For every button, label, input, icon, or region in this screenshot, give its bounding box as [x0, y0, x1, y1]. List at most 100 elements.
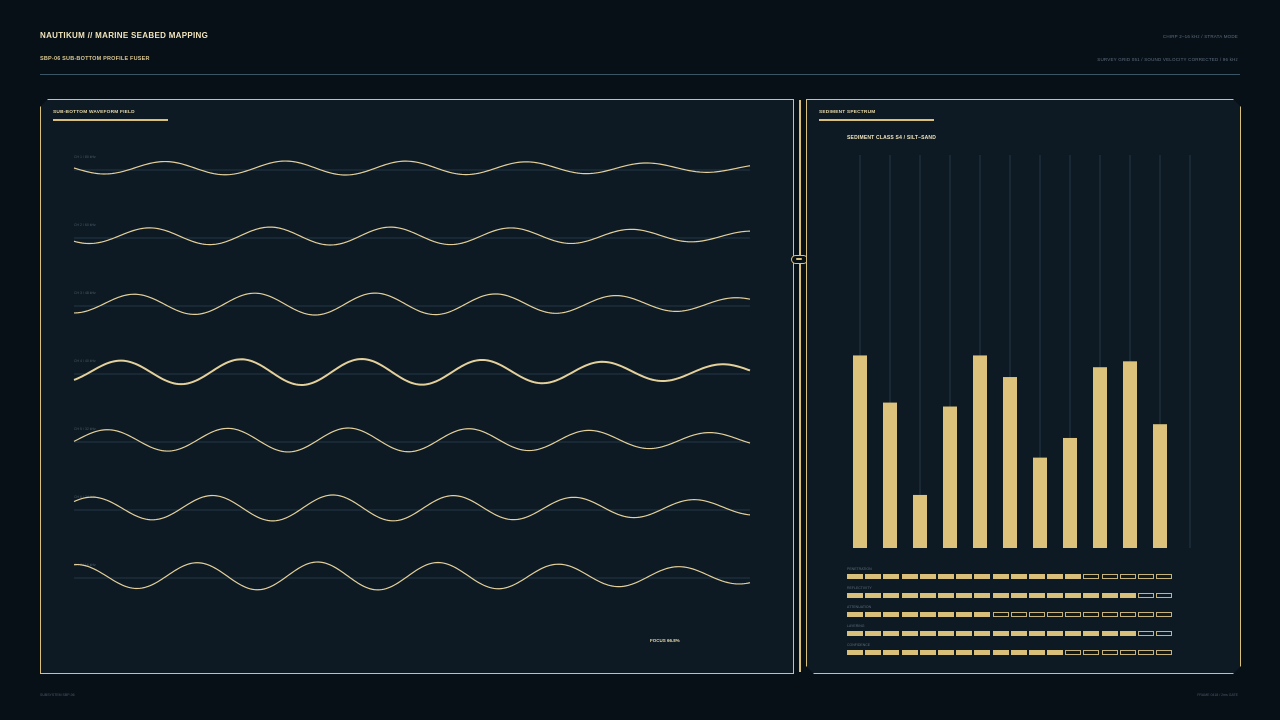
meter-cell-filled: [993, 574, 1009, 579]
meter-cell-filled: [865, 612, 881, 617]
meter-cell-filled: [938, 650, 954, 655]
meter-cell-filled: [1083, 631, 1099, 636]
waveform-trace: [73, 292, 751, 316]
meter-cell-empty: [1156, 631, 1172, 636]
meter-cell-empty: [1156, 612, 1172, 617]
channel-label: CH 2 / 60 kHz: [74, 223, 96, 227]
chart-bar: [943, 407, 957, 548]
meter-cell-empty: [1120, 574, 1136, 579]
mode-readout: CHIRP 2–16 kHz / STRATA MODE: [1162, 34, 1238, 39]
waveform-trace: [73, 561, 751, 591]
meter-cell-empty: [1138, 574, 1154, 579]
meter-cell-filled: [938, 574, 954, 579]
chart-bar: [883, 403, 897, 548]
meter-cell-filled: [883, 593, 899, 598]
meter-cell-filled: [865, 631, 881, 636]
segment-meter: REFLECTIVITY: [847, 593, 1174, 598]
meter-cell-filled: [902, 612, 918, 617]
channel-label: CH 1 / 80 kHz: [74, 155, 96, 159]
meter-cell-empty: [1156, 650, 1172, 655]
app-title: NAUTIKUM // MARINE SEABED MAPPING: [40, 31, 209, 40]
segment-meter: LAYERING: [847, 631, 1174, 636]
meter-cell-filled: [865, 574, 881, 579]
waveform-trace: [73, 160, 751, 176]
meter-cell-filled: [883, 574, 899, 579]
meter-cell-filled: [974, 650, 990, 655]
meter-cell-filled: [883, 650, 899, 655]
meter-cell-filled: [956, 650, 972, 655]
meter-cell-empty: [1138, 593, 1154, 598]
segment-meter: PENETRATION: [847, 574, 1174, 579]
sediment-bar-chart: [807, 100, 1242, 675]
meter-cell-empty: [1156, 593, 1172, 598]
meter-cell-filled: [920, 650, 936, 655]
meter-cell-empty: [1102, 612, 1118, 617]
spectrum-panel: SEDIMENT SPECTRUM SEDIMENT CLASS S4 / SI…: [806, 99, 1241, 674]
chart-bar: [853, 355, 867, 548]
waveform-trace: [73, 494, 751, 522]
meter-cell-empty: [1120, 612, 1136, 617]
meter-cell-filled: [1065, 574, 1081, 579]
chart-bar: [1093, 367, 1107, 548]
meter-cell-empty: [1083, 650, 1099, 655]
meter-label: PENETRATION: [847, 567, 872, 571]
meter-cell-filled: [956, 631, 972, 636]
meter-cell-empty: [1083, 612, 1099, 617]
meter-cell-filled: [1029, 650, 1045, 655]
chart-bar: [1123, 361, 1137, 548]
meter-cell-filled: [938, 612, 954, 617]
meter-cell-filled: [902, 631, 918, 636]
survey-readout: SURVEY GRID 051 / SOUND VELOCITY CORRECT…: [1097, 57, 1238, 62]
panel-splitter[interactable]: [799, 100, 801, 672]
meter-cell-filled: [902, 593, 918, 598]
meter-cell-empty: [1138, 650, 1154, 655]
meter-cell-filled: [938, 593, 954, 598]
segment-meter: CONFIDENCE: [847, 650, 1174, 655]
meter-cell-filled: [883, 612, 899, 617]
meter-cell-filled: [974, 574, 990, 579]
meter-cell-filled: [974, 593, 990, 598]
chart-bar: [1063, 438, 1077, 548]
app-subtitle: SBP-06 SUB-BOTTOM PROFILE FUSER: [40, 56, 150, 62]
meter-cell-filled: [1011, 574, 1027, 579]
meter-cell-filled: [902, 650, 918, 655]
meter-cell-filled: [1065, 593, 1081, 598]
meter-cell-empty: [1156, 574, 1172, 579]
meter-cell-filled: [1029, 574, 1045, 579]
meter-cell-filled: [865, 650, 881, 655]
meter-cell-empty: [1138, 631, 1154, 636]
channel-label: CH 4 / 40 kHz: [74, 359, 96, 363]
footer-right: FRAME 0418 / 2ms GATE: [1197, 693, 1238, 697]
waveform-trace: [73, 358, 751, 386]
meter-cell-filled: [1120, 631, 1136, 636]
meter-cell-filled: [974, 612, 990, 617]
meter-label: LAYERING: [847, 624, 865, 628]
meter-cell-filled: [1047, 593, 1063, 598]
meter-cell-filled: [1029, 631, 1045, 636]
meter-cell-empty: [1029, 612, 1045, 617]
channel-label: CH 3 / 48 kHz: [74, 291, 96, 295]
meter-cell-filled: [1102, 593, 1118, 598]
meter-cell-empty: [1083, 574, 1099, 579]
meter-cell-empty: [1065, 612, 1081, 617]
meter-cell-filled: [883, 631, 899, 636]
meter-cell-filled: [847, 631, 863, 636]
meter-cell-filled: [1047, 574, 1063, 579]
meter-cell-filled: [1029, 593, 1045, 598]
splitter-handle[interactable]: [791, 255, 808, 264]
meter-cell-empty: [1120, 650, 1136, 655]
meter-cell-empty: [1102, 650, 1118, 655]
meter-cell-filled: [974, 631, 990, 636]
meter-cell-empty: [993, 612, 1009, 617]
meter-cell-filled: [847, 650, 863, 655]
meter-cell-filled: [1047, 650, 1063, 655]
meter-cell-filled: [1083, 593, 1099, 598]
footer-left: SUBSYSTEM SBP-06: [40, 693, 75, 697]
segment-meter: ATTENUATION: [847, 612, 1174, 617]
meter-cell-filled: [993, 650, 1009, 655]
meter-cell-filled: [847, 612, 863, 617]
meter-cell-empty: [1065, 650, 1081, 655]
meter-cell-filled: [1065, 631, 1081, 636]
meter-cell-filled: [938, 631, 954, 636]
meter-cell-empty: [1138, 612, 1154, 617]
